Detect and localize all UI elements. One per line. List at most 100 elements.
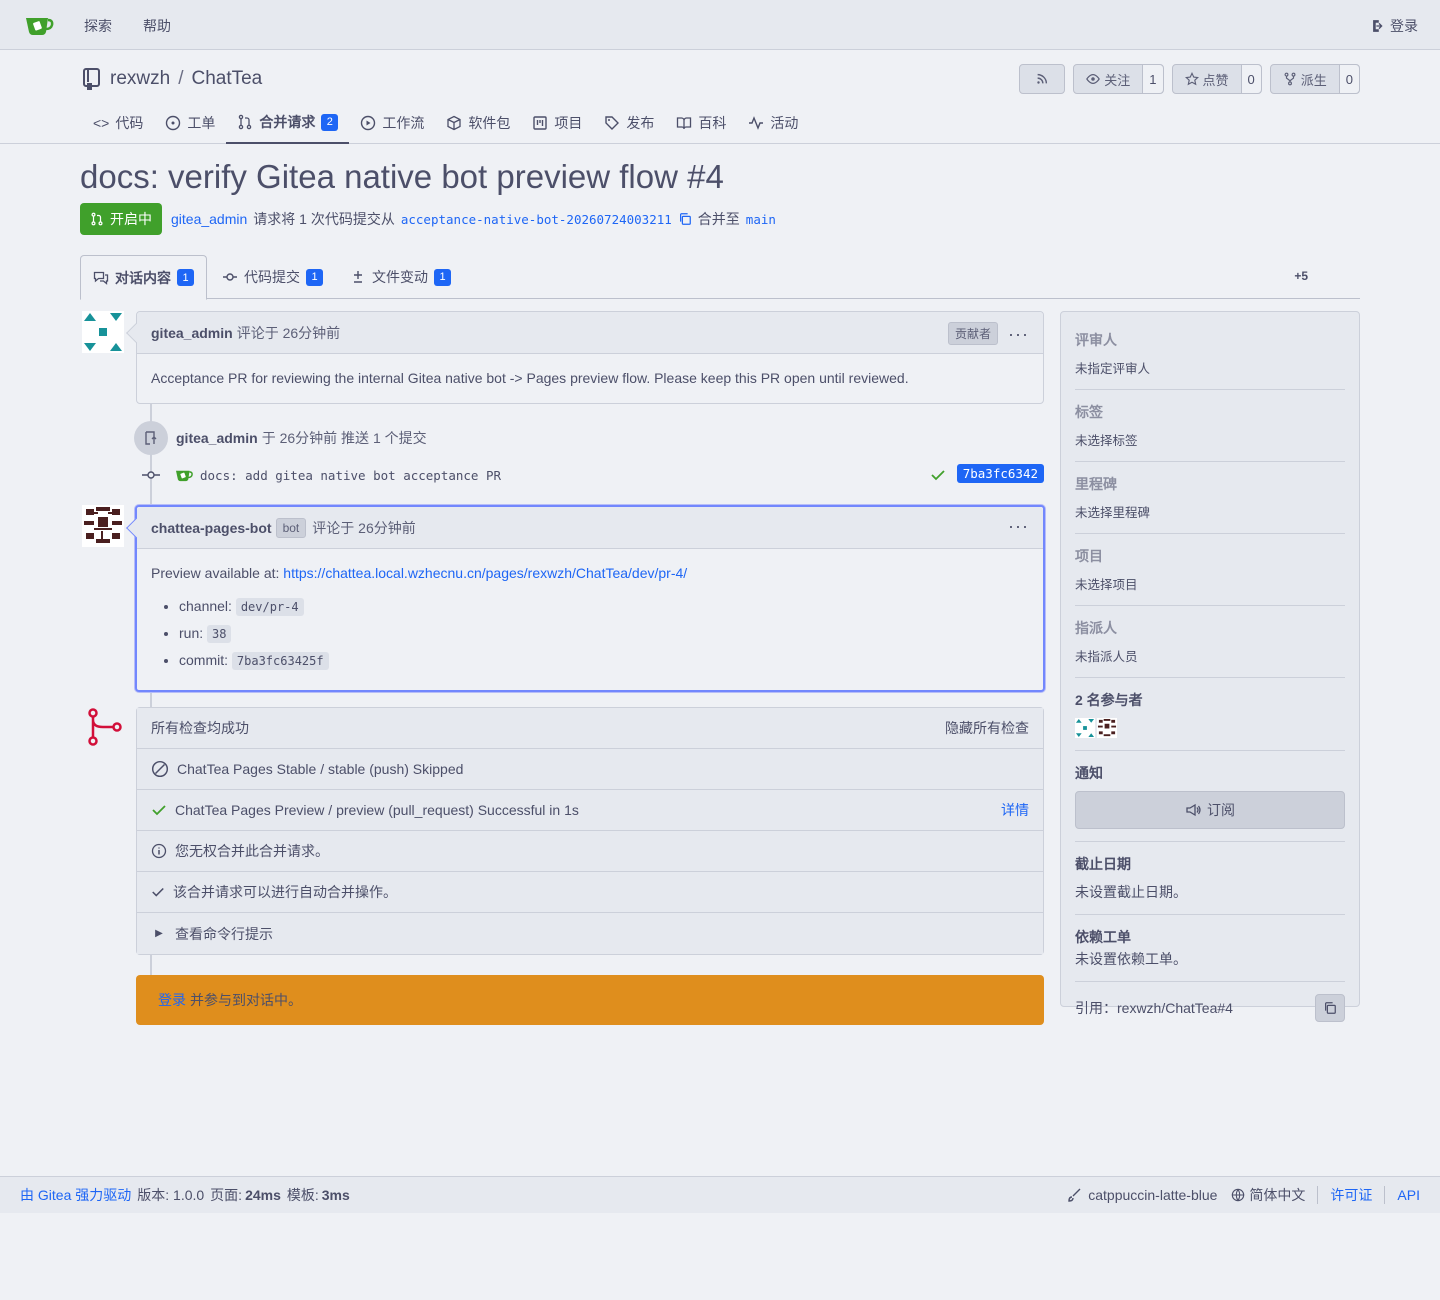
sidebar-milestone[interactable]: 里程碑 未选择里程碑 [1075, 462, 1345, 534]
repo-owner-link[interactable]: rexwzh [110, 68, 170, 90]
version-text: 版本: 1.0.0 [137, 1187, 205, 1203]
push-author-link[interactable]: gitea_admin [176, 430, 258, 446]
watch-count[interactable]: 1 [1142, 65, 1163, 93]
tab-label: 软件包 [468, 115, 511, 131]
tab-releases[interactable]: 发布 [593, 102, 665, 144]
tab-label: 合并请求 [259, 114, 316, 130]
check-row-preview: ChatTea Pages Preview / preview (pull_re… [137, 790, 1043, 831]
pr-state-label: 开启中 [80, 203, 162, 235]
copy-reference-button[interactable] [1315, 994, 1345, 1022]
tab-files[interactable]: 文件变动 1 [338, 255, 463, 299]
fork-button[interactable]: 派生 0 [1269, 64, 1360, 94]
project-icon [533, 116, 548, 130]
sidebar-assignees[interactable]: 指派人 未指派人员 [1075, 606, 1345, 678]
projects-title: 项目 [1075, 548, 1103, 564]
rss-button[interactable] [1019, 64, 1066, 94]
sidebar-notifications: 通知 订阅 [1075, 751, 1345, 842]
api-link[interactable]: API [1397, 1187, 1420, 1203]
head-branch-link[interactable]: acceptance-native-bot-20260724003211 [401, 212, 672, 227]
subscribe-button[interactable]: 订阅 [1075, 791, 1345, 829]
avatar-chattea-pages-bot[interactable] [82, 505, 124, 547]
sidebar-projects[interactable]: 项目 未选择项目 [1075, 534, 1345, 606]
tab-commits[interactable]: 代码提交 1 [210, 255, 335, 299]
tab-pull-requests[interactable]: 合并请求 2 [226, 102, 350, 144]
pr-tabs: 对话内容 1 代码提交 1 文件变动 1 +5 [80, 255, 1360, 300]
language-selector[interactable]: 简体中文 [1231, 1185, 1305, 1205]
role-badge: 贡献者 [948, 322, 999, 345]
login-link[interactable]: 登录 [158, 990, 186, 1010]
tab-packages[interactable]: 软件包 [435, 102, 521, 144]
avatar-gitea-admin[interactable] [82, 311, 124, 353]
tab-projects[interactable]: 项目 [521, 102, 593, 144]
more-options-icon[interactable]: ··· [1008, 517, 1029, 535]
tab-activity[interactable]: 活动 [737, 102, 809, 144]
star-icon [1184, 72, 1199, 86]
repo-separator: / [178, 68, 184, 89]
sidebar-deadline: 截止日期 未设置截止日期。 [1075, 842, 1345, 915]
repo-title: rexwzh / ChatTea [82, 67, 262, 91]
star-button[interactable]: 点赞 0 [1171, 64, 1262, 94]
fork-count[interactable]: 0 [1338, 65, 1359, 93]
comment-author-link[interactable]: chattea-pages-bot [151, 520, 272, 536]
item-key: run: [179, 625, 204, 641]
projects-value: 未选择项目 [1075, 578, 1138, 592]
nav-help[interactable]: 帮助 [143, 16, 171, 36]
participant-avatar[interactable] [1097, 718, 1117, 738]
commit-sha-link[interactable]: 7ba3fc6342 [956, 464, 1044, 483]
tab-actions[interactable]: 工作流 [349, 102, 435, 144]
pr-author-link[interactable]: gitea_admin [171, 211, 247, 227]
conversation-count: 1 [177, 269, 194, 286]
base-branch-link[interactable]: main [746, 212, 776, 227]
gitea-logo-icon[interactable] [24, 12, 54, 38]
item-value: dev/pr-4 [235, 598, 304, 616]
hide-checks-link[interactable]: 隐藏所有检查 [945, 718, 1029, 738]
watch-button[interactable]: 关注 1 [1073, 64, 1164, 94]
tab-wiki[interactable]: 百科 [665, 102, 737, 144]
page-time: 24ms [245, 1187, 281, 1203]
sidebar-dependencies: 依赖工单 未设置依赖工单。 [1075, 915, 1345, 982]
sidebar-reviewers[interactable]: 评审人 未指定评审人 [1075, 312, 1345, 390]
skipped-icon [151, 760, 169, 778]
list-item: channel: dev/pr-4 [179, 593, 1029, 620]
cli-hint-text: 查看命令行提示 [175, 925, 273, 942]
info-icon [151, 843, 167, 859]
pr-sidebar: 评审人 未指定评审人 标签 未选择标签 里程碑 未选择里程碑 项目 未选择项目 … [1060, 311, 1360, 1022]
copy-icon[interactable] [678, 212, 692, 226]
deps-value: 未设置依赖工单。 [1075, 951, 1187, 967]
nav-login[interactable]: 登录 [1372, 16, 1418, 36]
tab-conversation[interactable]: 对话内容 1 [80, 255, 207, 300]
assignees-title: 指派人 [1075, 620, 1117, 636]
details-link[interactable]: 详情 [1001, 800, 1029, 820]
tab-issues[interactable]: 工单 [154, 102, 226, 144]
reference-text: 引用：rexwzh/ChatTea#4 [1075, 1000, 1233, 1016]
pr-count-badge: 2 [321, 113, 339, 131]
repo-name-link[interactable]: ChatTea [191, 68, 262, 90]
tab-code[interactable]: <> 代码 [82, 102, 154, 144]
theme-selector[interactable]: catppuccin-latte-blue [1066, 1187, 1217, 1203]
star-count[interactable]: 0 [1240, 65, 1261, 93]
commit-icon [223, 273, 237, 281]
preview-url-link[interactable]: https://chattea.local.wzhecnu.cn/pages/r… [283, 565, 687, 581]
nav-explore[interactable]: 探索 [84, 16, 112, 36]
commit-message[interactable]: docs: add gitea native bot acceptance PR [200, 468, 501, 483]
assignees-value: 未指派人员 [1075, 650, 1138, 664]
license-link[interactable]: 许可证 [1330, 1185, 1372, 1205]
labels-title: 标签 [1075, 404, 1103, 420]
sidebar-labels[interactable]: 标签 未选择标签 [1075, 390, 1345, 462]
milestone-value: 未选择里程碑 [1075, 506, 1151, 520]
files-count: 1 [434, 268, 451, 286]
comment-gitea-admin: gitea_admin 评论于 26分钟前 贡献者 ··· Acceptance… [126, 311, 1044, 404]
check-icon[interactable] [930, 467, 946, 483]
book-icon [677, 117, 692, 130]
cli-hint-row[interactable]: ▶ 查看命令行提示 [137, 913, 1043, 954]
check-row-stable: ChatTea Pages Stable / stable (push) Ski… [137, 749, 1043, 790]
merge-into-text: 合并至 [697, 211, 740, 227]
package-icon [447, 115, 462, 131]
caret-right-icon: ▶ [155, 928, 163, 939]
powered-by-link[interactable]: 由 Gitea 强力驱动 [20, 1185, 131, 1205]
more-options-icon[interactable]: ··· [1008, 325, 1029, 343]
push-icon [134, 421, 168, 455]
sign-in-icon [1373, 20, 1383, 32]
participant-avatar[interactable] [1075, 718, 1095, 738]
comment-author-link[interactable]: gitea_admin [151, 325, 233, 341]
